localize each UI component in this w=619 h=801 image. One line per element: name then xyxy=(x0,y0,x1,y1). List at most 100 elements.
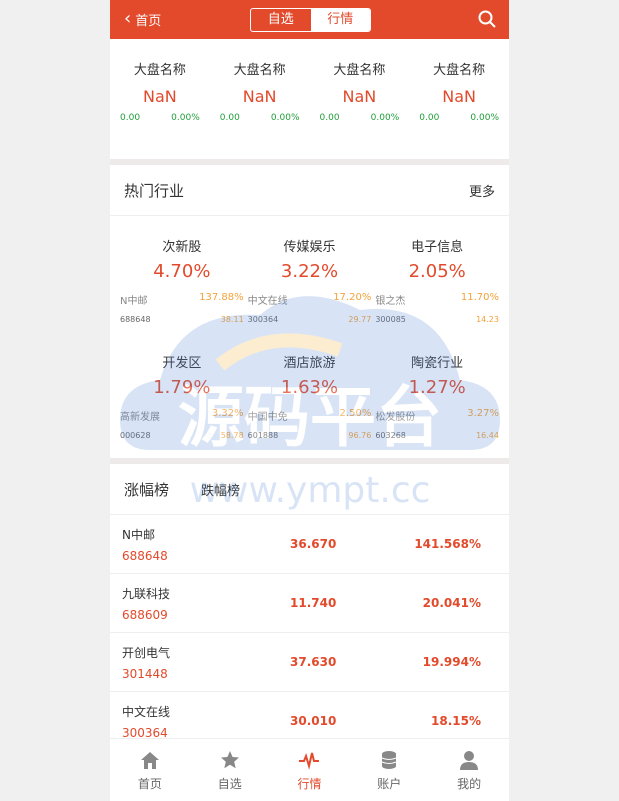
table-row[interactable]: 九联科技 688609 11.740 20.041% xyxy=(110,574,509,633)
stock-code: 301448 xyxy=(122,666,168,681)
sector-card[interactable]: 酒店旅游 1.63% 中国中免 2.50% 601888 96.76 xyxy=(246,342,374,458)
lead-stock-percent: 3.27% xyxy=(467,408,499,419)
tabbar-home[interactable]: 首页 xyxy=(110,739,190,801)
back-button[interactable]: ‹ 首页 xyxy=(124,7,162,29)
lead-stock-name: N中邮 xyxy=(120,296,148,307)
coins-icon xyxy=(382,751,397,769)
user-icon xyxy=(460,751,479,770)
stock-name: 中文在线 xyxy=(122,704,171,719)
index-change: 0.00 xyxy=(120,113,141,123)
lead-stock-price: 14.23 xyxy=(476,315,499,324)
stock-name: 开创电气 xyxy=(122,645,171,660)
lead-stock-percent: 2.50% xyxy=(339,408,372,419)
index-name: 大盘名称 xyxy=(233,63,286,78)
tab-watchlist[interactable]: 自选 xyxy=(251,9,311,31)
pulse-icon xyxy=(299,752,320,770)
segmented-control: 自选 行情 xyxy=(250,8,371,32)
bottom-tab-bar: 首页 自选 行情 账户 我的 xyxy=(110,738,509,801)
sector-name: 陶瓷行业 xyxy=(411,356,464,371)
stock-percent: 18.15% xyxy=(431,714,481,728)
lead-stock-name: 中文在线 xyxy=(247,296,288,307)
stock-percent: 141.568% xyxy=(414,537,481,551)
index-card[interactable]: 大盘名称 NaN 0.00 0.00% xyxy=(210,59,310,159)
index-name: 大盘名称 xyxy=(333,63,386,78)
sector-percent: 1.79% xyxy=(153,377,211,398)
stock-percent: 19.994% xyxy=(422,655,481,669)
index-change: 0.00 xyxy=(419,113,440,123)
lead-stock-code: 603268 xyxy=(375,431,406,440)
chevron-left-icon: ‹ xyxy=(124,7,132,29)
lead-stock-price: 16.44 xyxy=(476,431,499,440)
tabbar-profile[interactable]: 我的 xyxy=(429,739,509,801)
lead-stock-code: 300364 xyxy=(247,315,279,324)
tabbar-label: 首页 xyxy=(137,777,162,791)
index-card[interactable]: 大盘名称 NaN 0.00 0.00% xyxy=(110,59,210,159)
tabbar-account[interactable]: 账户 xyxy=(349,739,429,801)
table-row[interactable]: N中邮 688648 36.670 141.568% xyxy=(110,515,509,574)
sector-name: 酒店旅游 xyxy=(283,356,336,371)
sector-card[interactable]: 开发区 1.79% 高新发展 3.32% 000628 58.78 xyxy=(118,342,246,458)
stock-name: N中邮 xyxy=(122,527,155,542)
tabbar-market[interactable]: 行情 xyxy=(270,739,350,801)
stock-code: 688609 xyxy=(122,607,168,622)
sector-percent: 1.63% xyxy=(280,377,339,398)
index-value: NaN xyxy=(143,87,177,106)
lead-stock-name: 银之杰 xyxy=(375,296,406,307)
sector-card[interactable]: 陶瓷行业 1.27% 松发股份 3.27% 603268 16.44 xyxy=(373,342,501,458)
sector-name: 次新股 xyxy=(162,240,202,255)
ranking-list: N中邮 688648 36.670 141.568% 九联科技 688609 11.… xyxy=(110,515,509,751)
stock-price: 30.010 xyxy=(290,714,337,728)
index-percent: 0.00% xyxy=(470,113,499,123)
tab-gainers[interactable]: 涨幅榜 xyxy=(124,479,169,500)
hot-sectors-title: 热门行业 xyxy=(124,181,185,200)
lead-stock-percent: 3.32% xyxy=(211,408,244,419)
lead-stock-price: 96.76 xyxy=(348,431,372,440)
stock-percent: 20.041% xyxy=(422,596,481,610)
star-icon xyxy=(220,751,239,769)
lead-stock-price: 58.78 xyxy=(220,431,244,440)
ranking-tabs: 涨幅榜 跌幅榜 xyxy=(110,464,509,515)
lead-stock-percent: 137.88% xyxy=(199,292,244,303)
sector-card[interactable]: 传媒娱乐 3.22% 中文在线 17.20% 300364 29.77 xyxy=(246,226,374,342)
market-indices: 大盘名称 NaN 0.00 0.00% 大盘名称 NaN 0.00 0.00% 大盘… xyxy=(110,39,509,165)
index-name: 大盘名称 xyxy=(433,63,486,78)
sector-percent: 4.70% xyxy=(153,261,211,282)
lead-stock-price: 38.11 xyxy=(220,315,244,324)
index-name: 大盘名称 xyxy=(133,63,186,78)
tabbar-watchlist[interactable]: 自选 xyxy=(190,739,270,801)
top-nav-bar: ‹ 首页 自选 行情 xyxy=(110,0,509,39)
hot-sectors-header: 热门行业 更多 xyxy=(110,165,509,216)
index-card[interactable]: 大盘名称 NaN 0.00 0.00% xyxy=(310,59,410,159)
stock-price: 37.630 xyxy=(290,655,337,669)
stock-code: 688648 xyxy=(122,548,168,563)
tab-market[interactable]: 行情 xyxy=(310,9,370,31)
lead-stock-name: 松发股份 xyxy=(375,412,416,423)
sector-card[interactable]: 次新股 4.70% N中邮 137.88% 688648 38.11 xyxy=(118,226,246,342)
lead-stock-name: 高新发展 xyxy=(120,412,160,423)
sector-percent: 2.05% xyxy=(408,261,466,282)
sector-name: 开发区 xyxy=(162,356,202,371)
lead-stock-price: 29.77 xyxy=(348,315,372,324)
stock-price: 36.670 xyxy=(290,537,337,551)
more-link[interactable]: 更多 xyxy=(469,181,495,200)
index-value: NaN xyxy=(442,87,476,106)
lead-stock-code: 000628 xyxy=(120,431,151,440)
sector-name: 电子信息 xyxy=(411,240,464,255)
search-icon[interactable] xyxy=(477,9,497,29)
index-percent: 0.00% xyxy=(370,113,400,123)
sector-percent: 1.27% xyxy=(408,377,466,398)
index-percent: 0.00% xyxy=(270,113,300,123)
table-row[interactable]: 开创电气 301448 37.630 19.994% xyxy=(110,633,509,692)
tabbar-label: 账户 xyxy=(377,777,402,791)
index-card[interactable]: 大盘名称 NaN 0.00 0.00% xyxy=(409,59,509,159)
hot-sectors-grid: 次新股 4.70% N中邮 137.88% 688648 38.11 传媒娱乐 3.… xyxy=(110,216,509,458)
lead-stock-percent: 11.70% xyxy=(460,292,499,303)
tabbar-label: 行情 xyxy=(297,777,322,791)
home-icon xyxy=(140,752,159,769)
index-value: NaN xyxy=(342,87,377,106)
back-label: 首页 xyxy=(135,14,162,29)
tabbar-label: 我的 xyxy=(457,777,482,791)
tabbar-label: 自选 xyxy=(217,777,242,791)
tab-losers[interactable]: 跌幅榜 xyxy=(201,480,240,499)
sector-card[interactable]: 电子信息 2.05% 银之杰 11.70% 300085 14.23 xyxy=(373,226,501,342)
